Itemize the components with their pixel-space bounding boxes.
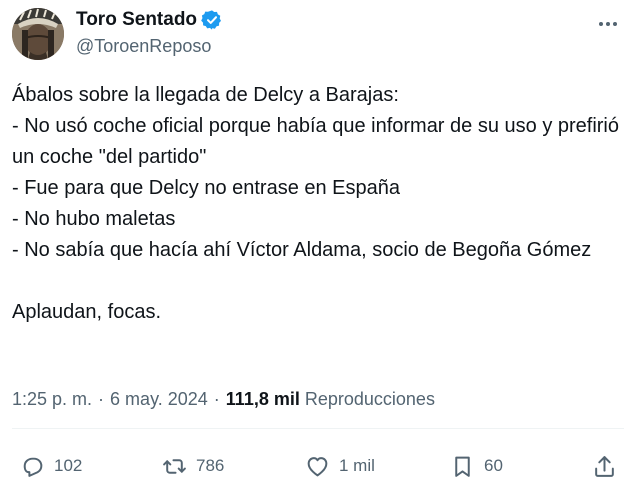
retweet-count: 786	[196, 456, 225, 475]
views-count: 111,8 mil	[225, 388, 300, 409]
bookmark-count: 60	[484, 456, 503, 475]
heart-icon	[307, 456, 328, 476]
tweet-line: - Fue para que Delcy no entrase en Españ…	[12, 177, 401, 199]
tweet-line: - No hubo maletas	[12, 208, 176, 230]
tweet-text: Ábalos sobre la llegada de Delcy a Baraj…	[12, 80, 624, 328]
meta-separator: ·	[213, 388, 220, 409]
tweet-closing: Aplaudan, focas.	[12, 301, 161, 323]
more-dot-icon	[613, 22, 617, 26]
more-dot-icon	[599, 22, 603, 26]
divider	[12, 428, 624, 429]
avatar-photo-icon	[12, 8, 64, 60]
retweet-icon	[163, 458, 186, 474]
line-spacer	[12, 266, 624, 297]
more-options-button[interactable]	[596, 12, 620, 36]
tweet-meta: 1:25 p. m. · 6 may. 2024 · 111,8 mil Rep…	[12, 386, 435, 412]
more-dot-icon	[606, 22, 610, 26]
tweet-line: - No usó coche oficial porque había que …	[12, 115, 620, 168]
meta-separator: ·	[98, 388, 105, 409]
views-label: Reproducciones	[304, 388, 435, 409]
like-button[interactable]: 1 mil	[305, 449, 375, 483]
like-count: 1 mil	[339, 456, 375, 475]
reply-count: 102	[54, 456, 83, 475]
avatar[interactable]	[12, 8, 64, 60]
tweet-line: - No sabía que hacía ahí Víctor Aldama, …	[12, 239, 592, 261]
retweet-button[interactable]: 786	[162, 449, 224, 483]
action-bar: 102 786 1 mil 60	[12, 449, 624, 483]
tweet-date[interactable]: 6 may. 2024	[110, 389, 208, 410]
tweet-time[interactable]: 1:25 p. m.	[12, 389, 92, 410]
verified-badge-icon	[201, 10, 222, 30]
display-name[interactable]: Toro Sentado	[76, 9, 197, 31]
reply-button[interactable]: 102	[20, 449, 82, 483]
reply-icon	[23, 457, 43, 477]
tweet-line: Ábalos sobre la llegada de Delcy a Baraj…	[12, 84, 399, 106]
bookmark-icon	[455, 456, 470, 477]
share-button[interactable]	[592, 449, 617, 483]
bookmark-button[interactable]: 60	[450, 449, 503, 483]
author-header: Toro Sentado @ToroenReposo	[76, 9, 223, 57]
share-icon	[595, 455, 614, 477]
user-handle[interactable]: @ToroenReposo	[76, 36, 223, 57]
